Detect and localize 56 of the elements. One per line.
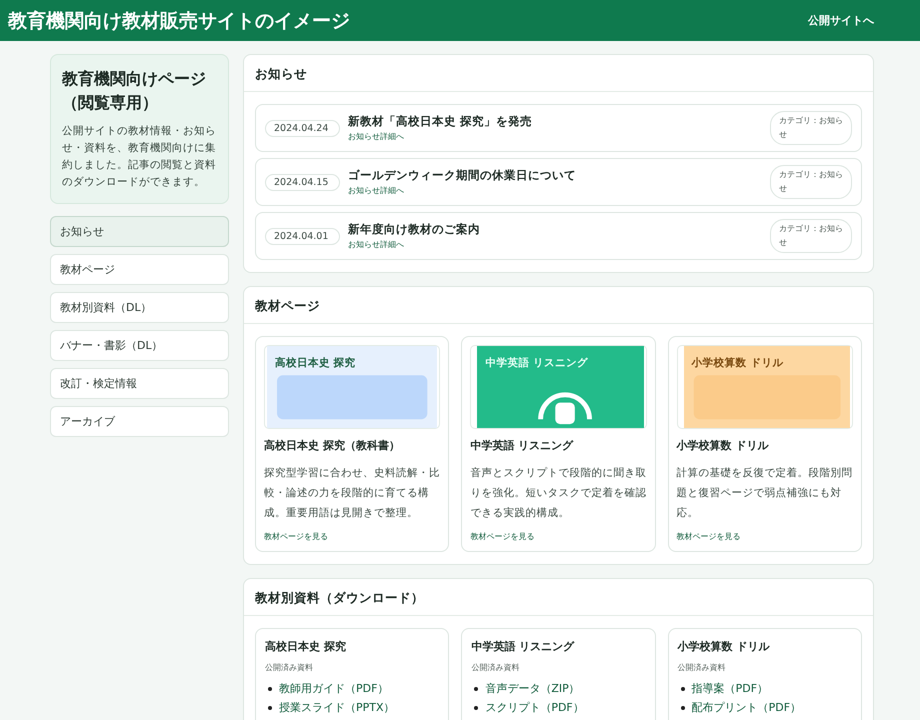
news-title: ゴールデンウィーク期間の休業日について <box>348 168 577 183</box>
bullet-icon <box>680 706 685 710</box>
material-title: 小学校算数 ドリル <box>676 438 770 453</box>
material-description: 音声とスクリプトで段階的に聞き取りを強化。短いタスクで定着を確認できる実践的構成。 <box>470 466 647 521</box>
intro-title: 教育機関向けページ（閲覧専用） <box>62 68 207 114</box>
news-detail-link[interactable]: お知らせ詳細へ <box>348 239 404 250</box>
download-subtitle: 公開済み資料 <box>471 662 520 673</box>
banner-label: 小学校算数 ドリル <box>692 356 784 370</box>
headphones-icon <box>538 392 592 424</box>
sidebar-item[interactable]: お知らせ <box>50 216 229 247</box>
file-link[interactable]: 指導案（PDF） <box>692 681 768 696</box>
file-link[interactable]: 授業スライド（PPTX） <box>279 700 395 715</box>
sidebar-item[interactable]: 改訂・検定情報 <box>50 368 229 399</box>
material-description: 計算の基礎を反復で定着。段階別問題と復習ページで弱点補強にも対応。 <box>676 466 853 521</box>
category-tag: カテゴリ：お知らせ <box>770 165 852 199</box>
file-link[interactable]: 教師用ガイド（PDF） <box>279 681 388 696</box>
sidebar-item[interactable]: 教材別資料（DL） <box>50 292 229 323</box>
date-pill: 2024.04.15 <box>265 174 340 190</box>
material-title: 中学英語 リスニング <box>470 438 574 453</box>
file-link[interactable]: 配布プリント（PDF） <box>692 700 802 715</box>
bullet-icon <box>268 706 272 710</box>
news-detail-link[interactable]: お知らせ詳細へ <box>348 131 404 142</box>
banner-label: 中学英語 リスニング <box>485 356 588 370</box>
file-link[interactable]: 音声データ（ZIP） <box>485 681 580 696</box>
site-title: 教育機関向け教材販売サイトのイメージ <box>8 8 350 34</box>
category-tag: カテゴリ：お知らせ <box>770 219 852 253</box>
material-description: 探究型学習に合わせ、史料読解・比較・論述の力を段階的に育てる構成。重要用語は見開きで整理。 <box>264 466 440 521</box>
banner-label: 高校日本史 探究 <box>275 356 356 370</box>
download-subtitle: 公開済み資料 <box>265 662 314 673</box>
material-link[interactable]: 教材ページを見る <box>676 531 741 542</box>
category-tag: カテゴリ：お知らせ <box>770 111 852 145</box>
download-title: 小学校算数 ドリル <box>678 639 770 654</box>
bullet-icon <box>268 686 272 690</box>
date-pill: 2024.04.24 <box>265 120 340 136</box>
news-title: 新年度向け教材のご案内 <box>348 222 481 237</box>
intro-text: 公開サイトの教材情報・お知らせ・資料を、教育機関向けに集約しました。記事の閲覧と資料のダウンロードができます。 <box>62 124 217 190</box>
material-link[interactable]: 教材ページを見る <box>470 531 534 542</box>
file-link[interactable]: スクリプト（PDF） <box>485 700 584 715</box>
bullet-icon <box>680 686 685 690</box>
material-link[interactable]: 教材ページを見る <box>264 531 328 542</box>
news-title: 新教材「高校日本史 探究」を発売 <box>348 114 534 129</box>
news-detail-link[interactable]: お知らせ詳細へ <box>348 185 404 196</box>
section-heading: 教材別資料（ダウンロード） <box>244 579 873 616</box>
date-pill: 2024.04.01 <box>265 228 340 244</box>
bullet-icon <box>474 706 478 710</box>
download-title: 高校日本史 探究 <box>265 639 347 654</box>
section-heading: お知らせ <box>244 55 873 92</box>
sidebar-item[interactable]: バナー・書影（DL） <box>50 330 229 361</box>
bullet-icon <box>474 686 478 690</box>
download-title: 中学英語 リスニング <box>471 639 576 654</box>
section-heading: 教材ページ <box>244 287 873 324</box>
sidebar-item[interactable]: 教材ページ <box>50 254 229 285</box>
sidebar-item[interactable]: アーカイブ <box>50 406 229 437</box>
download-subtitle: 公開済み資料 <box>678 662 727 673</box>
material-title: 高校日本史 探究（教科書） <box>264 438 401 453</box>
public-site-link[interactable]: 公開サイトへ <box>808 13 874 28</box>
